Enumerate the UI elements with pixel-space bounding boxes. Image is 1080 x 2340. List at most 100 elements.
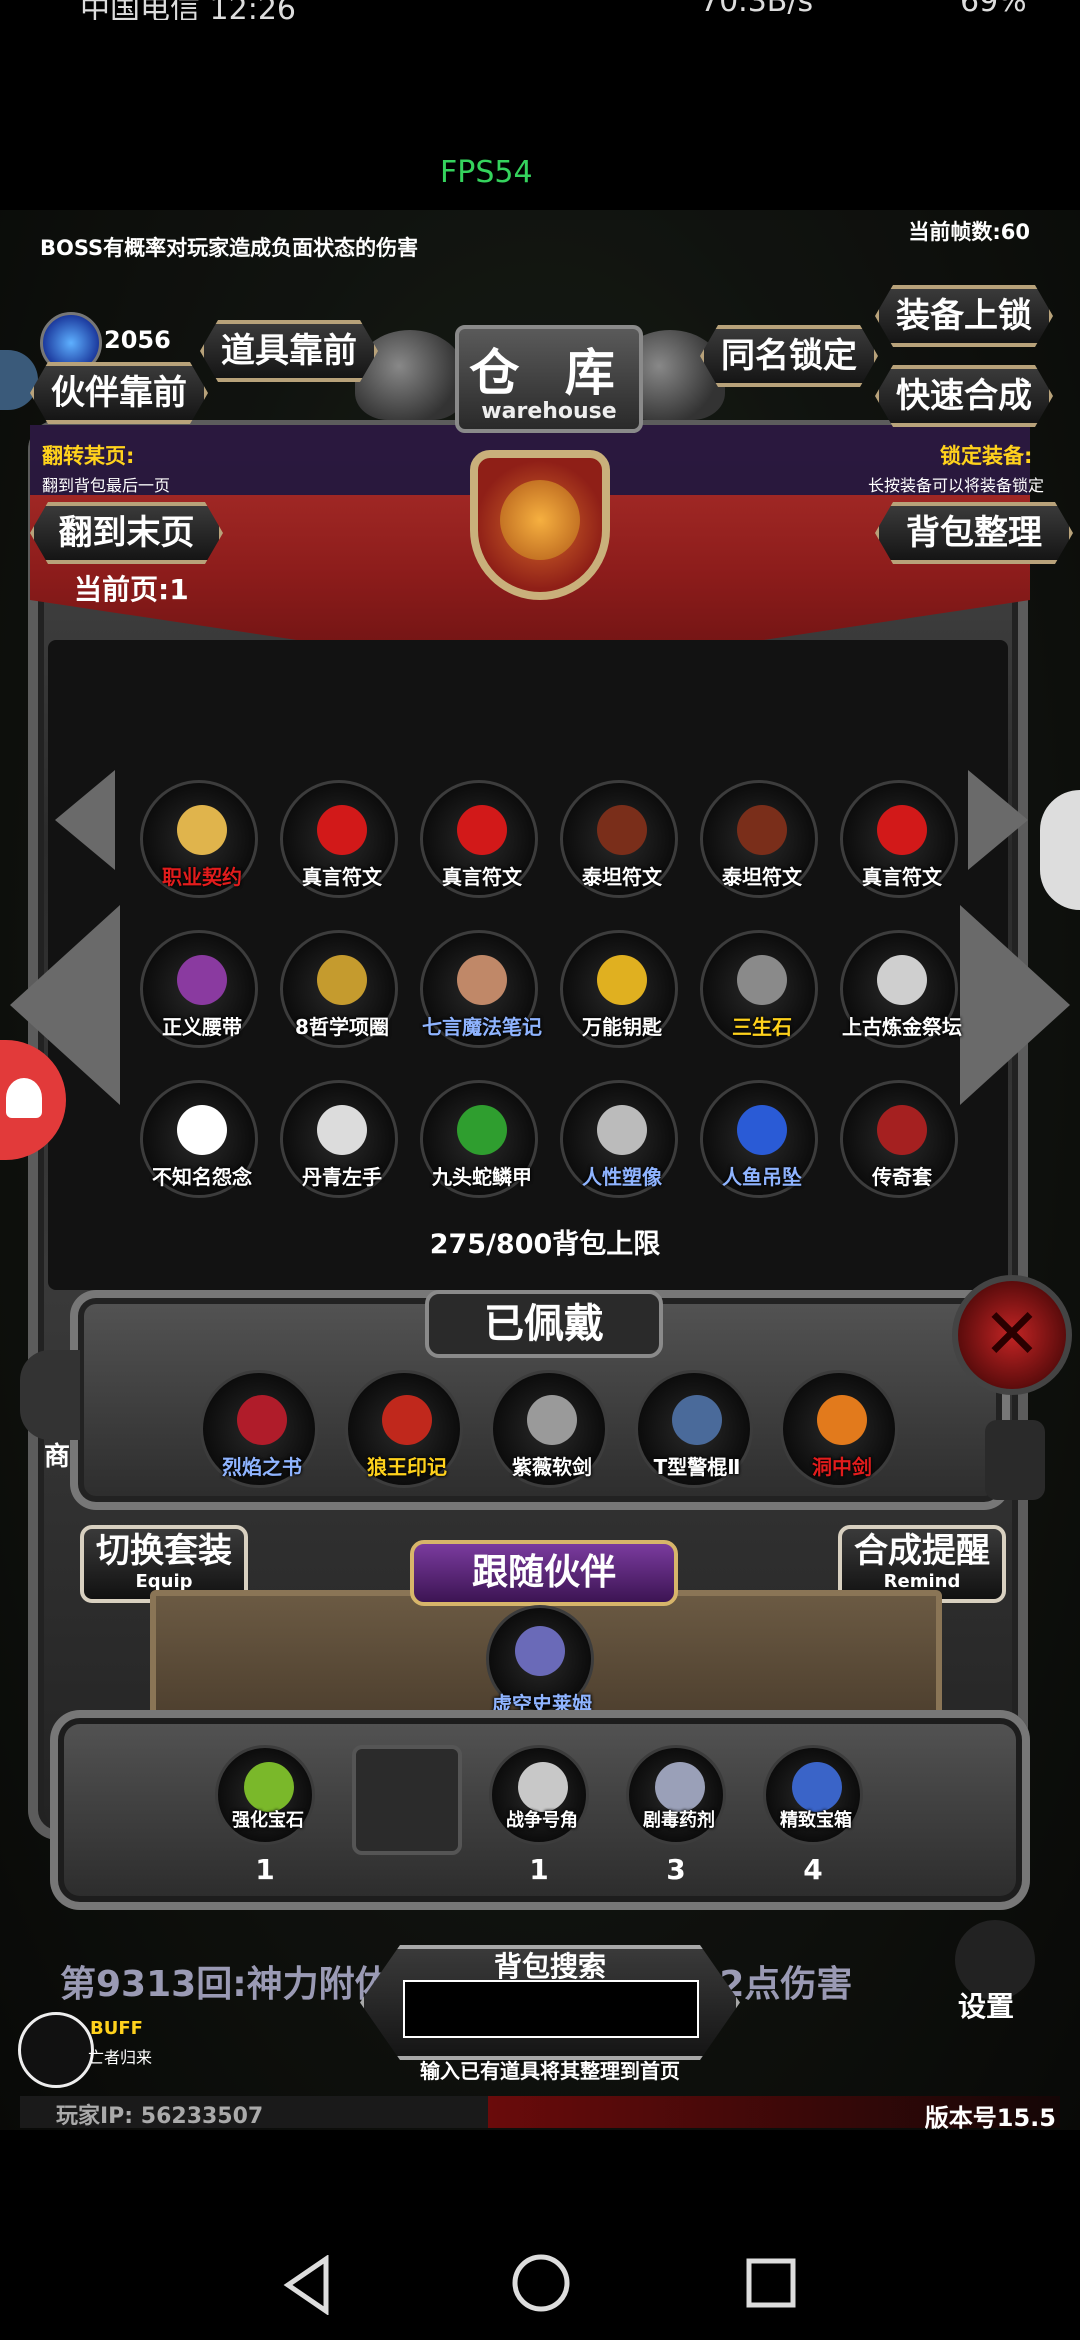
inventory-slot[interactable]: 传奇套 xyxy=(840,1080,958,1198)
consumable-icon xyxy=(655,1762,705,1812)
items-front-button[interactable]: 道具靠前 xyxy=(200,320,378,382)
consumable-slot[interactable]: 战争号角 xyxy=(489,1745,589,1845)
side-pull-tab[interactable] xyxy=(1040,790,1080,910)
item-name: 职业契约 xyxy=(162,865,242,889)
inventory-slot[interactable]: 真言符文 xyxy=(420,780,538,898)
inventory-slot[interactable]: 真言符文 xyxy=(840,780,958,898)
item-icon xyxy=(597,955,647,1005)
equipment-icon xyxy=(382,1395,432,1445)
buff-label: BUFF xyxy=(90,2018,143,2039)
battery-level: 69% xyxy=(960,0,1027,19)
inventory-slot[interactable]: 丹青左手 xyxy=(280,1080,398,1198)
skull-icon[interactable] xyxy=(18,2012,94,2088)
item-name: 人性塑像 xyxy=(582,1165,662,1189)
consumable-icon xyxy=(244,1762,294,1812)
item-name: 真言符文 xyxy=(302,865,382,889)
lion-emblem-icon xyxy=(500,480,580,560)
inventory-slot[interactable]: 泰坦符文 xyxy=(560,780,678,898)
item-name: 真言符文 xyxy=(442,865,522,889)
settings-label: 设置 xyxy=(958,1990,1015,2023)
inventory-slot[interactable]: 正义腰带 xyxy=(140,930,258,1048)
equipped-slot[interactable]: 狼王印记 xyxy=(345,1370,463,1488)
equipped-title: 已佩戴 xyxy=(425,1290,663,1358)
switch-set-sub: Equip xyxy=(135,1571,193,1592)
recents-icon[interactable] xyxy=(745,2257,797,2309)
item-icon xyxy=(597,1105,647,1155)
dice-icon[interactable] xyxy=(985,1420,1045,1500)
equipped-grid: 烈焰之书 狼王印记 紫薇软剑 T型警棍Ⅱ 洞中剑 xyxy=(200,1370,920,1510)
item-icon xyxy=(877,1105,927,1155)
item-name: 8哲学项圈 xyxy=(295,1015,389,1039)
prev-page-small-arrow[interactable] xyxy=(55,770,115,870)
lock-equip-tip-title: 锁定装备: xyxy=(940,444,1033,468)
item-name: 泰坦符文 xyxy=(722,865,802,889)
consumable-slot[interactable]: 强化宝石 xyxy=(215,1745,315,1845)
consumable-name: 强化宝石 xyxy=(232,1810,304,1831)
fps-overlay: FPS54 xyxy=(440,155,533,190)
bag-search-input[interactable] xyxy=(403,1980,699,2038)
equipment-icon xyxy=(237,1395,287,1445)
inventory-slot[interactable]: 七言魔法笔记 xyxy=(420,930,542,1048)
equipment-name: 烈焰之书 xyxy=(222,1455,302,1479)
consumable-name: 战争号角 xyxy=(506,1810,578,1831)
status-bar: 中国电信 12:26 70.3B/s 69% xyxy=(0,0,1080,20)
equip-lock-button[interactable]: 装备上锁 xyxy=(875,285,1053,347)
inventory-slot[interactable]: 九头蛇鳞甲 xyxy=(420,1080,538,1198)
equipment-icon xyxy=(817,1395,867,1445)
version-label: 版本号15.5 xyxy=(924,2104,1056,2132)
consumable-slot[interactable]: 精致宝箱 xyxy=(763,1745,863,1845)
inventory-slot[interactable]: 万能钥匙 xyxy=(560,930,678,1048)
close-button[interactable]: ✕ xyxy=(952,1275,1072,1395)
inventory-slot[interactable]: 不知名怨念 xyxy=(140,1080,258,1198)
item-icon xyxy=(737,1105,787,1155)
inventory-slot[interactable]: 人性塑像 xyxy=(560,1080,678,1198)
title-en: warehouse xyxy=(481,399,617,424)
inventory-slot[interactable]: 职业契约 xyxy=(140,780,258,898)
consumable-slot[interactable]: 剧毒药剂 xyxy=(626,1745,726,1845)
empty-slot[interactable] xyxy=(352,1745,462,1855)
prev-page-arrow[interactable] xyxy=(10,905,120,1105)
item-icon xyxy=(177,805,227,855)
inventory-slot[interactable]: 上古炼金祭坛 xyxy=(840,930,962,1048)
equipment-name: T型警棍Ⅱ xyxy=(653,1455,741,1479)
inventory-slot[interactable]: 真言符文 xyxy=(280,780,398,898)
switch-set-label: 切换套装 xyxy=(96,1531,232,1571)
partner-slot[interactable]: 虚空史莱姆 xyxy=(486,1605,594,1716)
boss-tip: BOSS有概率对玩家造成负面状态的伤害 xyxy=(40,236,419,260)
equipped-slot[interactable]: T型警棍Ⅱ xyxy=(635,1370,753,1488)
gold-amount: 2056 xyxy=(104,326,171,354)
carrier-time: 中国电信 12:26 xyxy=(80,0,296,20)
quick-merge-button[interactable]: 快速合成 xyxy=(875,365,1053,427)
home-icon[interactable] xyxy=(510,2252,572,2314)
item-icon xyxy=(177,955,227,1005)
search-label: 背包搜索 xyxy=(493,1950,606,1983)
equipped-slot[interactable]: 烈焰之书 xyxy=(200,1370,318,1488)
item-icon xyxy=(317,1105,367,1155)
item-name: 真言符文 xyxy=(862,865,942,889)
inventory-slot[interactable]: 泰坦符文 xyxy=(700,780,818,898)
next-page-arrow[interactable] xyxy=(960,905,1070,1105)
consumable-count: 3 xyxy=(666,1853,686,1886)
void-slime-icon xyxy=(515,1626,565,1676)
same-name-lock-button[interactable]: 同名锁定 xyxy=(700,325,878,387)
inventory-slot[interactable]: 8哲学项圈 xyxy=(280,930,398,1048)
title-cn: 仓 库 xyxy=(469,344,629,402)
partner-front-button[interactable]: 伙伴靠前 xyxy=(30,362,208,424)
item-icon xyxy=(737,805,787,855)
equipped-slot[interactable]: 紫薇软剑 xyxy=(490,1370,608,1488)
item-icon xyxy=(317,955,367,1005)
fps-count: 当前帧数:60 xyxy=(908,220,1030,244)
next-page-small-arrow[interactable] xyxy=(968,770,1028,870)
bag-capacity: 275/800背包上限 xyxy=(429,1229,661,1260)
back-icon[interactable] xyxy=(282,2255,332,2315)
inventory-grid: 职业契约 真言符文 真言符文 泰坦符文 泰坦符文 真言符文正义腰带 8哲学项圈 七言魔法笔记 万… xyxy=(140,780,970,1200)
item-icon xyxy=(177,1105,227,1155)
equipped-slot[interactable]: 洞中剑 xyxy=(780,1370,898,1488)
inventory-slot[interactable]: 三生石 xyxy=(700,930,818,1048)
item-name: 泰坦符文 xyxy=(582,865,662,889)
go-last-page-button[interactable]: 翻到末页 xyxy=(30,502,223,564)
shop-button[interactable]: 商 xyxy=(20,1350,80,1472)
sort-bag-button[interactable]: 背包整理 xyxy=(875,502,1073,564)
inventory-slot[interactable]: 人鱼吊坠 xyxy=(700,1080,818,1198)
item-name: 上古炼金祭坛 xyxy=(842,1015,962,1039)
